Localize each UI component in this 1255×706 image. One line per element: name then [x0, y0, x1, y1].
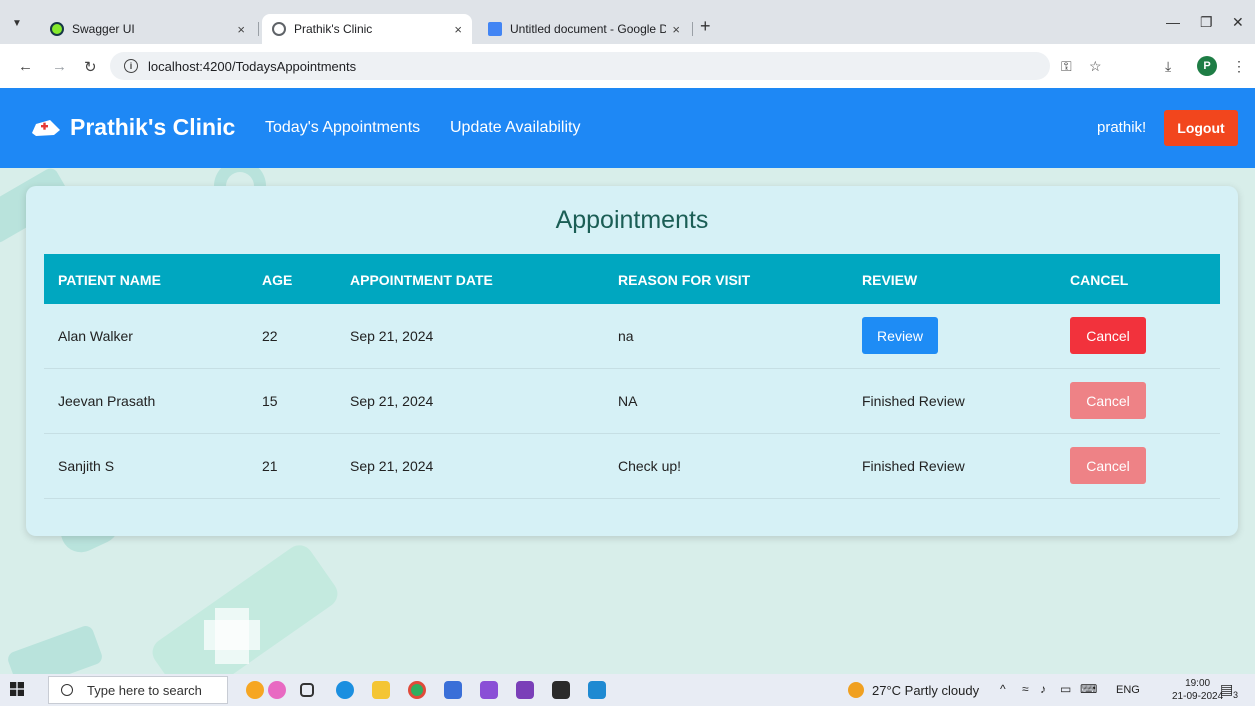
new-tab-button[interactable]: +: [700, 16, 711, 37]
password-key-icon[interactable]: ⚿: [1061, 58, 1072, 75]
profile-avatar[interactable]: P: [1197, 56, 1217, 76]
column-header-cancel: CANCEL: [1070, 272, 1129, 288]
swagger-favicon-icon: [50, 22, 64, 36]
restore-icon[interactable]: ❐: [1200, 14, 1213, 31]
task-view-icon[interactable]: [300, 683, 314, 697]
table-header: PATIENT NAME AGE APPOINTMENT DATE REASON…: [44, 254, 1220, 304]
clock[interactable]: 19:00 21-09-2024: [1172, 677, 1223, 703]
brand-logo[interactable]: Prathik's Clinic: [30, 114, 235, 141]
review-button[interactable]: Review: [862, 317, 938, 354]
column-header-reason: REASON FOR VISIT: [618, 272, 751, 288]
taskbar-search-input[interactable]: Type here to search: [48, 676, 228, 704]
security-app-icon[interactable]: [444, 681, 462, 699]
language-indicator[interactable]: ENG: [1116, 684, 1140, 696]
appointment-date: Sep 21, 2024: [350, 458, 434, 474]
review-status: Finished Review: [862, 393, 965, 409]
tab-close-icon[interactable]: ×: [237, 22, 245, 37]
review-status: Finished Review: [862, 458, 965, 474]
forward-arrow-icon[interactable]: →: [52, 58, 67, 75]
window-close-icon[interactable]: ✕: [1232, 14, 1244, 31]
search-placeholder: Type here to search: [87, 682, 202, 698]
cancel-button: Cancel: [1070, 447, 1146, 484]
nav-update-availability[interactable]: Update Availability: [450, 119, 580, 137]
brand-name: Prathik's Clinic: [70, 114, 236, 140]
tab-separator: [692, 22, 693, 36]
terminal-icon[interactable]: [552, 681, 570, 699]
network-icon[interactable]: ≈: [1022, 682, 1029, 696]
clock-date: 21-09-2024: [1172, 691, 1224, 702]
search-icon: [61, 684, 73, 696]
windows-start-icon[interactable]: [10, 682, 24, 696]
patient-name: Sanjith S: [58, 458, 115, 474]
festival-widget-icon[interactable]: [268, 681, 286, 699]
patient-name: Alan Walker: [58, 328, 133, 344]
visit-reason: NA: [618, 393, 638, 409]
chrome-icon[interactable]: [408, 681, 426, 699]
appointments-card: Appointments PATIENT NAME AGE APPOINTMEN…: [26, 186, 1238, 536]
patient-age: 15: [262, 393, 278, 409]
page-title: Appointments: [555, 206, 709, 234]
docs-favicon-icon: [488, 22, 502, 36]
appointment-date: Sep 21, 2024: [350, 328, 434, 344]
tab-close-icon[interactable]: ×: [672, 22, 680, 37]
weather-text[interactable]: 27°C Partly cloudy: [872, 683, 979, 698]
tab-label: Untitled document - Google Do: [510, 22, 667, 36]
patient-age: 22: [262, 328, 278, 344]
battery-icon[interactable]: ▭: [1060, 682, 1071, 696]
browser-menu-icon[interactable]: ⋮: [1232, 58, 1246, 75]
file-explorer-icon[interactable]: [372, 681, 390, 699]
notification-count: 3: [1233, 690, 1239, 700]
visual-studio-icon[interactable]: [480, 681, 498, 699]
address-bar[interactable]: i localhost:4200/TodaysAppointments: [110, 52, 1050, 80]
table-row: Sanjith S 21 Sep 21, 2024 Check up! Fini…: [44, 434, 1220, 499]
tab-google-docs[interactable]: Untitled document - Google Do ×: [478, 14, 690, 44]
tab-label: Prathik's Clinic: [294, 22, 373, 36]
cancel-button: Cancel: [1070, 382, 1146, 419]
app-navbar: Prathik's Clinic Today's Appointments Up…: [0, 88, 1255, 168]
table-row: Jeevan Prasath 15 Sep 21, 2024 NA Finish…: [44, 369, 1220, 434]
visit-reason: Check up!: [618, 458, 682, 474]
globe-favicon-icon: [272, 22, 286, 36]
browser-tab-strip: ▼ Swagger UI × Prathik's Clinic × Untitl…: [0, 0, 1255, 44]
tab-search-chevron-icon[interactable]: ▼: [8, 14, 26, 32]
keyboard-icon[interactable]: ⌨: [1080, 682, 1097, 696]
patient-age: 21: [262, 458, 278, 474]
patient-name: Jeevan Prasath: [58, 393, 156, 409]
bookmark-star-icon[interactable]: ☆: [1089, 58, 1102, 75]
appointment-date: Sep 21, 2024: [350, 393, 434, 409]
minimize-icon[interactable]: —: [1166, 14, 1180, 30]
volume-icon[interactable]: ♪: [1040, 682, 1046, 696]
column-header-patient-name: PATIENT NAME: [58, 272, 161, 288]
windows-taskbar: Type here to search 27°C Partly cloudy ^…: [0, 674, 1255, 706]
cancel-button[interactable]: Cancel: [1070, 317, 1146, 354]
back-arrow-icon[interactable]: ←: [18, 58, 33, 75]
powershell-icon[interactable]: [516, 681, 534, 699]
column-header-appointment-date: APPOINTMENT DATE: [350, 272, 493, 288]
ambulance-icon: [32, 119, 60, 136]
widgets-icon[interactable]: [246, 681, 264, 699]
tab-swagger-ui[interactable]: Swagger UI ×: [40, 14, 255, 44]
tab-label: Swagger UI: [72, 22, 135, 36]
vscode-icon[interactable]: [588, 681, 606, 699]
visit-reason: na: [618, 328, 634, 344]
notification-icon[interactable]: ▤: [1220, 681, 1233, 698]
tab-separator: [258, 22, 259, 36]
nav-todays-appointments[interactable]: Today's Appointments: [265, 119, 420, 137]
reload-icon[interactable]: ↻: [84, 58, 97, 76]
username-label: prathik!: [1097, 119, 1147, 136]
url-text: localhost:4200/TodaysAppointments: [148, 58, 357, 74]
site-info-icon[interactable]: i: [124, 59, 138, 73]
tab-close-icon[interactable]: ×: [454, 22, 462, 37]
clock-time: 19:00: [1185, 678, 1211, 689]
weather-icon[interactable]: [848, 682, 864, 698]
column-header-review: REVIEW: [862, 272, 918, 288]
tray-chevron-icon[interactable]: ^: [1000, 682, 1006, 696]
edge-browser-icon[interactable]: [336, 681, 354, 699]
table-row: Alan Walker 22 Sep 21, 2024 na Review Ca…: [44, 304, 1220, 369]
logout-button[interactable]: Logout: [1164, 110, 1238, 146]
browser-toolbar: ← → ↻ i localhost:4200/TodaysAppointment…: [0, 44, 1255, 88]
column-header-age: AGE: [262, 272, 293, 288]
tab-prathiks-clinic[interactable]: Prathik's Clinic ×: [262, 14, 472, 44]
download-icon[interactable]: ⤓: [1165, 58, 1171, 75]
